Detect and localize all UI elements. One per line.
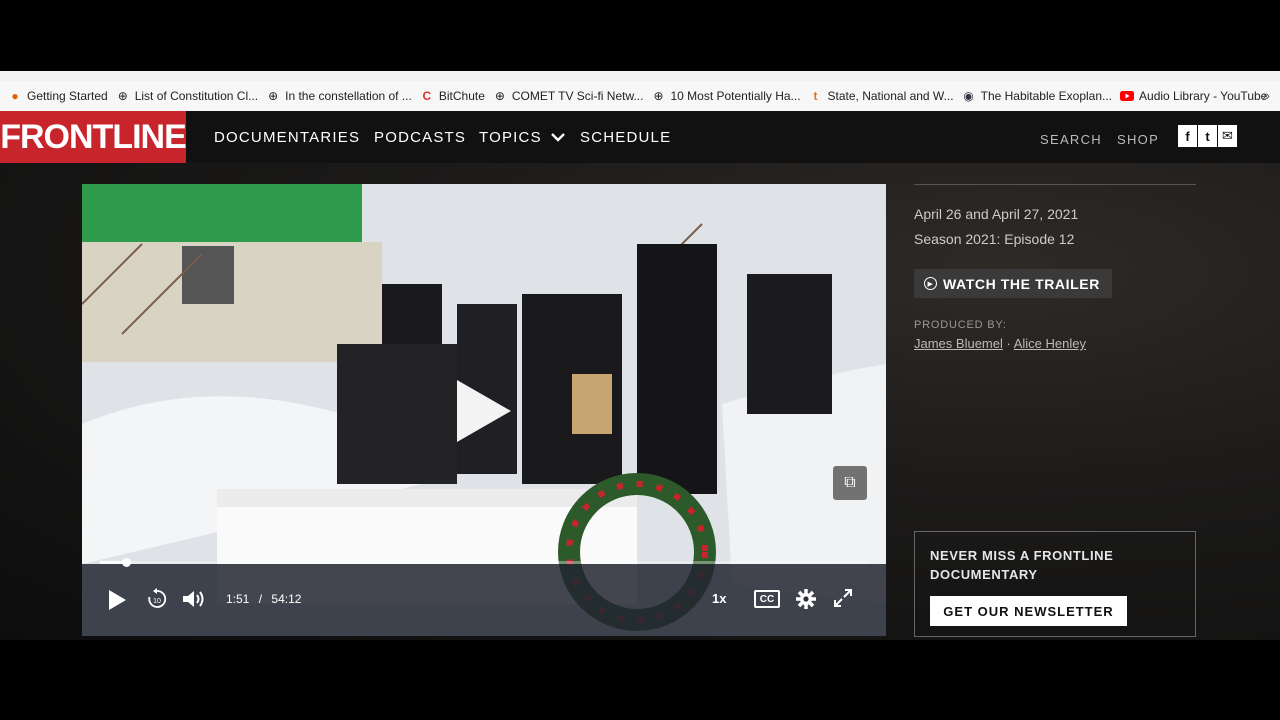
playback-speed-button[interactable]: 1x — [712, 591, 726, 606]
twitter-icon[interactable]: t — [1198, 125, 1217, 147]
bookmark-state-national[interactable]: t State, National and W... — [809, 89, 954, 103]
gear-icon — [796, 589, 816, 609]
time-separator: / — [258, 592, 263, 606]
video-player[interactable]: ⧉ 10 1:51 / 54:12 1x CC — [82, 184, 886, 636]
season-episode: Season 2021: Episode 12 — [914, 231, 1075, 247]
bookmark-label: The Habitable Exoplan... — [980, 89, 1113, 103]
air-dates: April 26 and April 27, 2021 — [914, 206, 1079, 222]
play-icon — [109, 590, 126, 610]
chevron-down-icon — [551, 133, 566, 142]
picture-in-picture-icon[interactable]: ⧉ — [833, 466, 867, 500]
bookmark-label: Audio Library - YouTube — [1139, 89, 1268, 103]
bookmark-bitchute[interactable]: C BitChute — [420, 89, 485, 103]
social-links: f t ✉ — [1178, 125, 1238, 147]
fullscreen-button[interactable] — [833, 588, 853, 608]
duration: 54:12 — [271, 592, 302, 606]
globe-icon: ⊕ — [494, 89, 505, 103]
divider — [914, 184, 1196, 185]
newsletter-title: NEVER MISS A FRONTLINE DOCUMENTARY — [930, 548, 1114, 582]
bookmark-10-most[interactable]: ⊕ 10 Most Potentially Ha... — [651, 89, 800, 103]
nav-shop[interactable]: SHOP — [1117, 132, 1159, 147]
bookmarks-bar: ● Getting Started ⊕ List of Constitution… — [0, 81, 1280, 111]
nav-documentaries[interactable]: DOCUMENTARIES — [214, 129, 360, 146]
mail-icon[interactable]: ✉ — [1218, 125, 1237, 147]
newsletter-signup-button[interactable]: GET OUR NEWSLETTER — [930, 596, 1127, 626]
producers: James Bluemel · Alice Henley — [914, 336, 1196, 351]
t-icon: t — [813, 89, 818, 103]
producer-link[interactable]: James Bluemel — [914, 336, 1003, 351]
bookmark-comet[interactable]: ⊕ COMET TV Sci-fi Netw... — [493, 89, 644, 103]
bookmark-constitution[interactable]: ⊕ List of Constitution Cl... — [116, 89, 258, 103]
bookmark-label: List of Constitution Cl... — [134, 89, 259, 103]
rewind-10-icon: 10 — [148, 588, 167, 608]
bookmark-label: COMET TV Sci-fi Netw... — [511, 89, 644, 103]
current-time: 1:51 — [226, 592, 250, 606]
settings-button[interactable] — [795, 588, 817, 610]
watch-trailer-button[interactable]: ▶ WATCH THE TRAILER — [914, 269, 1112, 298]
globe-icon: ⊕ — [268, 89, 279, 103]
newsletter-box: NEVER MISS A FRONTLINE DOCUMENTARY GET O… — [914, 531, 1196, 637]
watch-trailer-label: WATCH THE TRAILER — [943, 275, 1100, 292]
planet-icon: ◉ — [963, 89, 974, 103]
time-display: 1:51 / 54:12 — [226, 592, 301, 606]
big-play-icon[interactable] — [457, 380, 511, 442]
youtube-icon — [1120, 89, 1135, 103]
svg-text:10: 10 — [153, 598, 161, 605]
nav-topics-label: TOPICS — [479, 129, 542, 146]
bookmark-label: State, National and W... — [827, 89, 954, 103]
globe-icon: ⊕ — [653, 89, 664, 103]
bookmark-label: BitChute — [438, 89, 485, 103]
bookmark-getting-started[interactable]: ● Getting Started — [8, 89, 108, 103]
browser-toolbar-edge — [0, 71, 1280, 81]
captions-button[interactable]: CC — [754, 590, 780, 608]
nav-podcasts[interactable]: PODCASTS — [374, 129, 466, 146]
bookmark-label: In the constellation of ... — [285, 89, 412, 103]
play-circle-icon: ▶ — [924, 277, 937, 290]
firefox-icon: ● — [11, 89, 19, 103]
frontline-page: FRONTLINE DOCUMENTARIES PODCASTS TOPICS … — [0, 111, 1280, 640]
bookmark-audio-library[interactable]: Audio Library - YouTube — [1120, 89, 1267, 103]
producer-link[interactable]: Alice Henley — [1014, 336, 1086, 351]
rewind-10-button[interactable]: 10 — [146, 588, 168, 610]
episode-info: April 26 and April 27, 2021 Season 2021:… — [914, 184, 1196, 351]
nav-search[interactable]: SEARCH — [1040, 132, 1102, 147]
producer-separator: · — [1002, 336, 1014, 351]
globe-icon: ⊕ — [117, 89, 128, 103]
fullscreen-icon — [834, 589, 852, 607]
produced-by-label: PRODUCED BY: — [914, 319, 1007, 331]
facebook-icon[interactable]: f — [1178, 125, 1197, 147]
volume-icon — [183, 591, 204, 607]
bookmark-constellation[interactable]: ⊕ In the constellation of ... — [266, 89, 412, 103]
volume-button[interactable] — [181, 588, 207, 610]
play-button[interactable] — [106, 588, 128, 612]
frontline-logo[interactable]: FRONTLINE — [0, 111, 187, 163]
bookmark-habitable[interactable]: ◉ The Habitable Exoplan... — [962, 89, 1112, 103]
more-bookmarks-icon[interactable]: » — [1262, 87, 1270, 103]
air-info: April 26 and April 27, 2021 Season 2021:… — [914, 202, 1196, 252]
nav-schedule[interactable]: SCHEDULE — [580, 129, 671, 146]
bitchute-icon: C — [422, 89, 432, 103]
bookmark-label: Getting Started — [27, 89, 108, 103]
nav-topics[interactable]: TOPICS — [479, 129, 566, 146]
site-nav: FRONTLINE DOCUMENTARIES PODCASTS TOPICS … — [0, 111, 1280, 163]
progress-bar[interactable] — [100, 558, 868, 567]
bookmark-label: 10 Most Potentially Ha... — [670, 89, 801, 103]
